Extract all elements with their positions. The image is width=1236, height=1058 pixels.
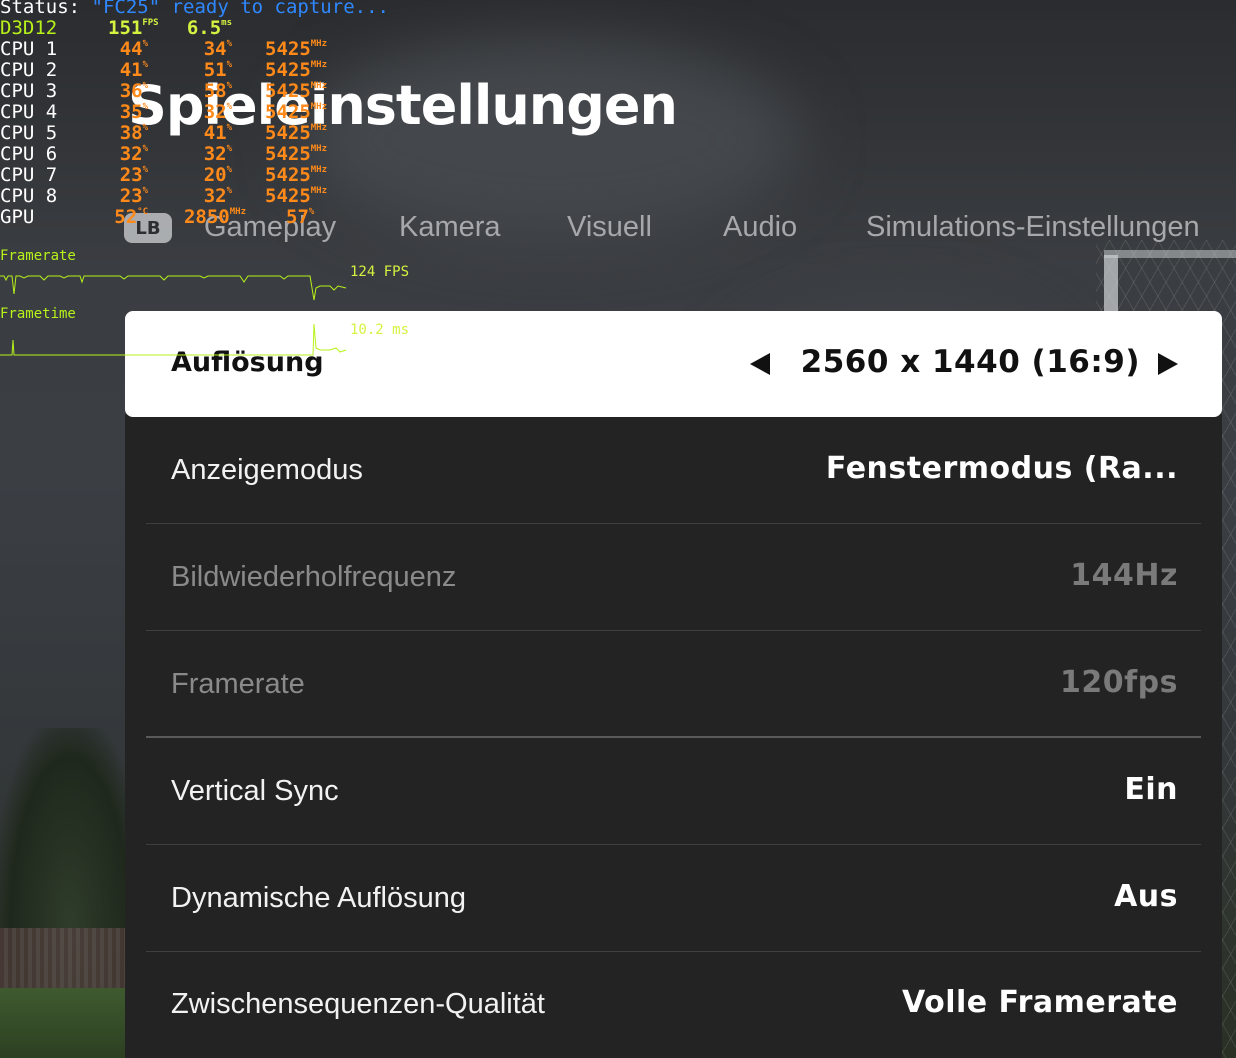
osd-status-line: Status: "FC25" ready to capture... [0, 0, 389, 18]
setting-label: Dynamische Auflösung [171, 882, 466, 914]
osd-cpu-temp: 20% [203, 164, 232, 186]
setting-value: 2560 x 1440 (16:9) [800, 344, 1140, 380]
osd-cpu-name: CPU 6 [0, 143, 58, 165]
background-goal-post [1104, 255, 1118, 315]
setting-label: Zwischensequenzen-Qualität [171, 988, 545, 1020]
osd-cpu-clock: 5425MHz [265, 185, 328, 207]
osd-gpu-name: GPU [0, 206, 35, 228]
osd-cpu-load: 41% [119, 59, 148, 81]
background-stands [0, 928, 140, 988]
osd-cpu-temp: 32% [203, 143, 232, 165]
osd-status-value: "FC25" ready to capture... [91, 0, 389, 18]
osd-cpu-clock: 5425MHz [265, 38, 328, 60]
osd-cpu-name: CPU 5 [0, 122, 58, 144]
osd-frametime-label: Frametime [0, 306, 76, 322]
osd-cpu-load: 44% [119, 38, 148, 60]
osd-cpu-load: 32% [119, 143, 148, 165]
osd-gpu-temp: 52°C [114, 206, 148, 228]
setting-value: Volle Framerate [902, 985, 1178, 1020]
setting-value: Fenstermodus (Ra... [825, 451, 1178, 486]
osd-cpu-name: CPU 4 [0, 101, 58, 123]
osd-framerate-graph [0, 275, 347, 301]
row-divider [146, 630, 1201, 631]
osd-frametime-readout: 10.2 ms [350, 322, 410, 338]
osd-status-key: Status: [0, 0, 81, 18]
arrow-left-icon[interactable] [750, 353, 770, 375]
setting-row-vertical-sync[interactable]: Vertical Sync Ein [125, 739, 1222, 845]
osd-cpu-load: 35% [119, 101, 148, 123]
setting-row-bildwiederholfrequenz[interactable]: Bildwiederholfrequenz 144Hz [125, 525, 1222, 631]
osd-api-name: D3D12 [0, 17, 58, 39]
tab-audio[interactable]: Audio [723, 211, 797, 244]
osd-fps: 151FPS [108, 17, 159, 39]
arrow-right-icon[interactable] [1158, 353, 1178, 375]
osd-cpu-load: 38% [119, 122, 148, 144]
osd-cpu-clock: 5425MHz [265, 59, 328, 81]
osd-cpu-name: CPU 1 [0, 38, 58, 60]
osd-cpu-name: CPU 8 [0, 185, 58, 207]
osd-cpu-temp: 32% [203, 185, 232, 207]
osd-cpu-temp: 41% [203, 122, 232, 144]
setting-value: Ein [1124, 772, 1178, 807]
setting-label: Framerate [171, 668, 305, 700]
osd-cpu-clock: 5425MHz [265, 80, 328, 102]
setting-row-anzeigemodus[interactable]: Anzeigemodus Fenstermodus (Ra... [125, 418, 1222, 524]
osd-cpu-temp: 34% [203, 38, 232, 60]
osd-cpu-temp: 58% [203, 80, 232, 102]
tab-kamera[interactable]: Kamera [399, 211, 501, 244]
setting-label: Bildwiederholfrequenz [171, 561, 457, 593]
osd-cpu-temp: 32% [203, 101, 232, 123]
osd-cpu-clock: 5425MHz [265, 143, 328, 165]
osd-cpu-name: CPU 3 [0, 80, 58, 102]
row-divider [146, 844, 1201, 845]
osd-framerate-label: Framerate [0, 248, 76, 264]
osd-cpu-clock: 5425MHz [265, 164, 328, 186]
row-divider [146, 523, 1201, 524]
osd-cpu-load: 36% [119, 80, 148, 102]
osd-gpu-load: 57% [286, 206, 315, 228]
osd-cpu-clock: 5425MHz [265, 122, 328, 144]
osd-frametime: 6.5ms [186, 17, 232, 39]
osd-cpu-temp: 51% [203, 59, 232, 81]
osd-cpu-load: 23% [119, 164, 148, 186]
osd-cpu-clock: 5425MHz [265, 101, 328, 123]
osd-framerate-readout: 124 FPS [350, 264, 410, 280]
background-pitch [0, 988, 140, 1058]
setting-value: Aus [1114, 879, 1178, 914]
row-divider [146, 736, 1201, 738]
tab-visuell[interactable]: Visuell [567, 211, 652, 244]
osd-cpu-load: 23% [119, 185, 148, 207]
osd-gpu-clock: 2850MHz [183, 206, 246, 228]
setting-row-framerate[interactable]: Framerate 120fps [125, 632, 1222, 738]
setting-row-zwischensequenzen-qualitaet[interactable]: Zwischensequenzen-Qualität Volle Framera… [125, 952, 1222, 1058]
setting-row-dynamische-aufloesung[interactable]: Dynamische Auflösung Aus [125, 846, 1222, 952]
osd-frametime-graph [0, 323, 347, 356]
osd-cpu-name: CPU 7 [0, 164, 58, 186]
tab-simulations-einstellungen[interactable]: Simulations-Einstellungen [866, 211, 1200, 244]
osd-cpu-name: CPU 2 [0, 59, 58, 81]
setting-value: 120fps [1059, 665, 1178, 700]
setting-value: 144Hz [1070, 558, 1178, 593]
setting-label: Anzeigemodus [171, 454, 363, 486]
setting-label: Vertical Sync [171, 775, 339, 807]
